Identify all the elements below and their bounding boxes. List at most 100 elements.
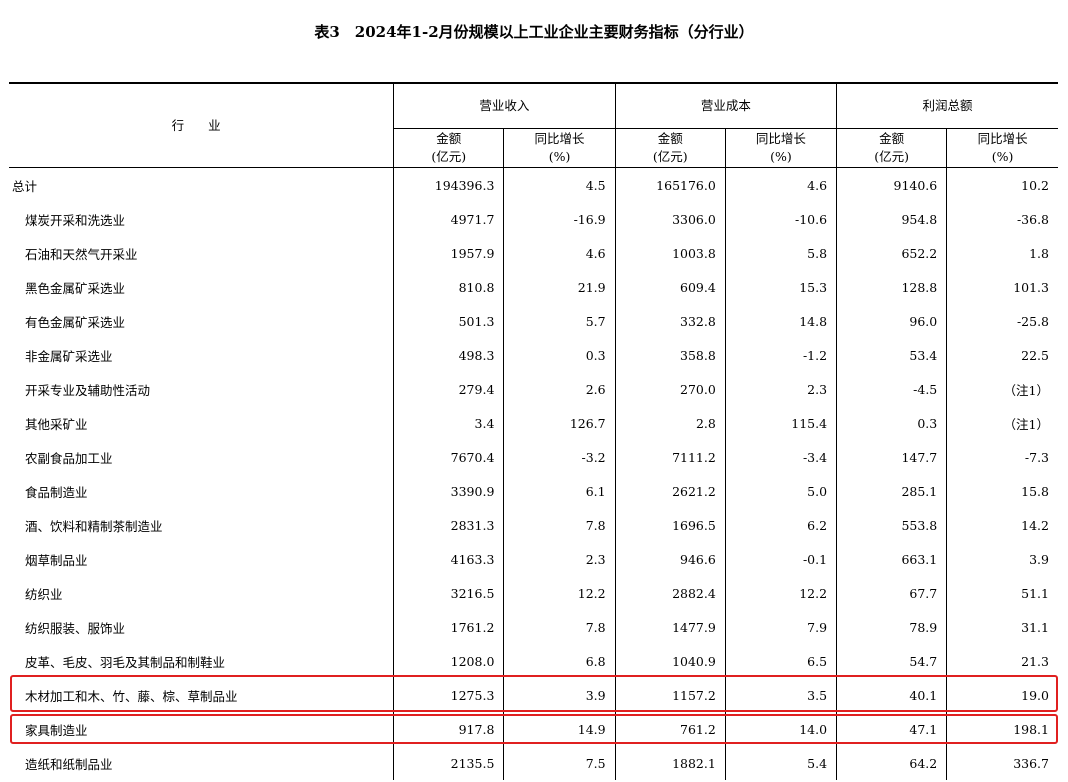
profit-growth: 101.3: [946, 270, 1058, 304]
table-row: 造纸和纸制品业 2135.5 7.5 1882.1 5.4 64.2 336.7: [9, 746, 1058, 780]
profit-amount: 64.2: [836, 746, 947, 780]
industry-name: 酒、饮料和精制茶制造业: [25, 518, 163, 534]
revenue-growth: 4.5: [503, 167, 616, 202]
cost-growth: 5.0: [724, 474, 837, 508]
revenue-amount: 4971.7: [393, 202, 504, 236]
industry-name: 家具制造业: [25, 722, 88, 738]
profit-amount: 40.1: [836, 678, 947, 712]
cost-growth: 6.2: [724, 508, 837, 542]
revenue-growth: 126.7: [503, 406, 616, 440]
revenue-growth: -3.2: [503, 440, 616, 474]
revenue-growth: 0.3: [503, 338, 616, 372]
industry-name: 皮革、毛皮、羽毛及其制品和制鞋业: [25, 654, 226, 670]
table-row: 烟草制品业 4163.3 2.3 946.6 -0.1 663.1 3.9: [9, 542, 1058, 576]
cost-amount: 1040.9: [614, 644, 726, 678]
profit-amount: 53.4: [836, 338, 947, 372]
profit-amount: 128.8: [836, 270, 947, 304]
profit-growth-header: 同比增长 (%): [946, 128, 1058, 168]
profit-amount: 47.1: [836, 712, 947, 746]
revenue-growth: 2.6: [503, 372, 616, 406]
table-row: 纺织业 3216.5 12.2 2882.4 12.2 67.7 51.1: [9, 576, 1058, 610]
table-row: 木材加工和木、竹、藤、棕、草制品业 1275.3 3.9 1157.2 3.5 …: [9, 678, 1058, 712]
table-row: 农副食品加工业 7670.4 -3.2 7111.2 -3.4 147.7 -7…: [9, 440, 1058, 474]
cost-growth: 4.6: [724, 167, 837, 202]
profit-amount-header: 金额 (亿元): [836, 128, 947, 168]
cost-amount-header: 金额 (亿元): [614, 128, 726, 168]
revenue-growth: 7.8: [503, 610, 616, 644]
industry-name: 食品制造业: [25, 484, 88, 500]
table-row: 家具制造业 917.8 14.9 761.2 14.0 47.1 198.1: [9, 712, 1058, 746]
profit-growth: 15.8: [946, 474, 1058, 508]
revenue-amount: 2831.3: [393, 508, 504, 542]
profit-amount: 663.1: [836, 542, 947, 576]
profit-amount: 285.1: [836, 474, 947, 508]
profit-amount: 67.7: [836, 576, 947, 610]
industry-name: 纺织服装、服饰业: [25, 620, 126, 636]
cost-growth-header: 同比增长 (%): [724, 128, 837, 168]
page-title: 表3 2024年1-2月份规模以上工业企业主要财务指标（分行业）: [314, 23, 754, 41]
table-row: 非金属矿采选业 498.3 0.3 358.8 -1.2 53.4 22.5: [9, 338, 1058, 372]
revenue-growth: 2.3: [503, 542, 616, 576]
cost-growth: 12.2: [724, 576, 837, 610]
cost-growth: 3.5: [724, 678, 837, 712]
profit-header: 利润总额: [836, 82, 1058, 129]
table-row: 食品制造业 3390.9 6.1 2621.2 5.0 285.1 15.8: [9, 474, 1058, 508]
revenue-amount: 501.3: [393, 304, 504, 338]
cost-amount: 2882.4: [614, 576, 726, 610]
cost-growth: 14.0: [724, 712, 837, 746]
industry-name: 烟草制品业: [25, 552, 88, 568]
revenue-amount: 917.8: [393, 712, 504, 746]
cost-amount: 1477.9: [614, 610, 726, 644]
cost-amount: 270.0: [614, 372, 726, 406]
industry-name: 造纸和纸制品业: [25, 756, 113, 772]
cost-header: 营业成本: [614, 82, 837, 129]
cost-amount: 1696.5: [614, 508, 726, 542]
revenue-amount: 1208.0: [393, 644, 504, 678]
profit-growth: 22.5: [946, 338, 1058, 372]
revenue-amount: 498.3: [393, 338, 504, 372]
cost-amount: 2.8: [614, 406, 726, 440]
profit-amount: -4.5: [836, 372, 947, 406]
industry-name: 有色金属矿采选业: [25, 314, 126, 330]
cost-amount: 3306.0: [614, 202, 726, 236]
revenue-amount: 3.4: [393, 406, 504, 440]
cost-growth: 5.4: [724, 746, 837, 780]
profit-amount: 9140.6: [836, 167, 947, 202]
profit-amount: 954.8: [836, 202, 947, 236]
revenue-amount: 810.8: [393, 270, 504, 304]
profit-growth: 10.2: [946, 167, 1058, 202]
industry-name: 煤炭开采和洗选业: [25, 212, 126, 228]
revenue-amount: 3390.9: [393, 474, 504, 508]
cost-growth: 5.8: [724, 236, 837, 270]
cost-amount: 1882.1: [614, 746, 726, 780]
table-row: 有色金属矿采选业 501.3 5.7 332.8 14.8 96.0 -25.8: [9, 304, 1058, 338]
financial-indicators-table: 行 业 营业收入 营业成本 利润总额 金额 (亿元) 同比增长 (%) 金额 (亿元)…: [9, 82, 1058, 780]
revenue-amount: 7670.4: [393, 440, 504, 474]
profit-growth: 1.8: [946, 236, 1058, 270]
cost-amount: 165176.0: [614, 167, 726, 202]
revenue-growth: 12.2: [503, 576, 616, 610]
cost-growth: -10.6: [724, 202, 837, 236]
cost-growth: 15.3: [724, 270, 837, 304]
industry-name: 其他采矿业: [25, 416, 88, 432]
cost-amount: 761.2: [614, 712, 726, 746]
profit-amount: 96.0: [836, 304, 947, 338]
profit-growth: 3.9: [946, 542, 1058, 576]
profit-growth: 21.3: [946, 644, 1058, 678]
table-row: 皮革、毛皮、羽毛及其制品和制鞋业 1208.0 6.8 1040.9 6.5 5…: [9, 644, 1058, 678]
revenue-growth: 7.5: [503, 746, 616, 780]
profit-amount: 652.2: [836, 236, 947, 270]
revenue-growth-header: 同比增长 (%): [503, 128, 616, 168]
profit-amount: 0.3: [836, 406, 947, 440]
cost-growth: 115.4: [724, 406, 837, 440]
profit-growth: 336.7: [946, 746, 1058, 780]
revenue-growth: 14.9: [503, 712, 616, 746]
revenue-growth: 7.8: [503, 508, 616, 542]
profit-growth: 14.2: [946, 508, 1058, 542]
cost-amount: 332.8: [614, 304, 726, 338]
industry-name: 石油和天然气开采业: [25, 246, 138, 262]
cost-growth: 2.3: [724, 372, 837, 406]
industry-name: 总计: [12, 178, 38, 194]
revenue-growth: -16.9: [503, 202, 616, 236]
revenue-amount: 4163.3: [393, 542, 504, 576]
